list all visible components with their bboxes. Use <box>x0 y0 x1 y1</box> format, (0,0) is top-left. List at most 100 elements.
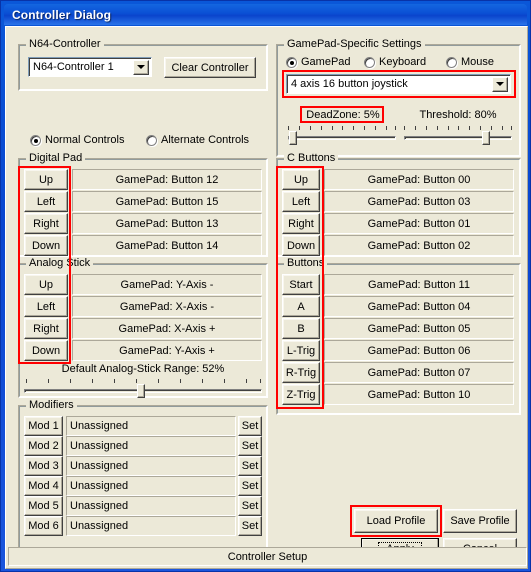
mod-4-set-label: Set <box>241 480 259 492</box>
clear-controller-button[interactable]: Clear Controller <box>164 57 256 78</box>
mod-2-value[interactable]: Unassigned <box>66 436 236 456</box>
button-start[interactable]: Start <box>282 274 320 295</box>
mod-6-button[interactable]: Mod 6 <box>24 516 63 536</box>
digital-pad-down-label: Down <box>31 239 61 252</box>
button-r-trig-binding[interactable]: GamePad: Button 07 <box>324 362 514 383</box>
analog-stick-left-button[interactable]: Left <box>24 296 68 317</box>
analog-stick-left-label: Left <box>36 300 56 313</box>
mod-4-button[interactable]: Mod 4 <box>24 476 63 496</box>
button-start-binding[interactable]: GamePad: Button 11 <box>324 274 514 295</box>
mod-5-set-button[interactable]: Set <box>238 496 262 516</box>
deadzone-slider-thumb[interactable] <box>289 131 297 145</box>
mod-2-button[interactable]: Mod 2 <box>24 436 63 456</box>
mod-3-value[interactable]: Unassigned <box>66 456 236 476</box>
alternate-controls-radio[interactable]: Alternate Controls <box>146 134 249 146</box>
load-profile-label: Load Profile <box>366 515 426 527</box>
analog-range-slider-thumb[interactable] <box>137 384 145 398</box>
analog-stick-up-binding[interactable]: GamePad: Y-Axis - <box>72 274 262 295</box>
analog-stick-down-binding[interactable]: GamePad: Y-Axis + <box>72 340 262 361</box>
mod-1-set-button[interactable]: Set <box>238 416 262 436</box>
digital-pad-right-binding[interactable]: GamePad: Button 13 <box>72 213 262 234</box>
c-buttons-left-binding[interactable]: GamePad: Button 03 <box>324 191 514 212</box>
chevron-down-icon[interactable] <box>492 76 508 92</box>
device-select[interactable]: 4 axis 16 button joystick <box>286 74 511 94</box>
digital-pad-up-binding[interactable]: GamePad: Button 12 <box>72 169 262 190</box>
button-a[interactable]: A <box>282 296 320 317</box>
button-l-trig-label: L-Trig <box>286 344 316 357</box>
mod-4-set-button[interactable]: Set <box>238 476 262 496</box>
button-l-trig-binding[interactable]: GamePad: Button 06 <box>324 340 514 361</box>
c-buttons-right-binding[interactable]: GamePad: Button 01 <box>324 213 514 234</box>
mod-6-set-button[interactable]: Set <box>238 516 262 536</box>
analog-stick-right-binding[interactable]: GamePad: X-Axis + <box>72 318 262 339</box>
digital-pad-left-button[interactable]: Left <box>24 191 68 212</box>
button-r-trig[interactable]: R-Trig <box>282 362 320 383</box>
button-l-trig[interactable]: L-Trig <box>282 340 320 361</box>
mod-5-value[interactable]: Unassigned <box>66 496 236 516</box>
mod-3-set-button[interactable]: Set <box>238 456 262 476</box>
button-b-binding[interactable]: GamePad: Button 05 <box>324 318 514 339</box>
modifiers-group-label: Modifiers <box>26 399 77 411</box>
c-buttons-right-button[interactable]: Right <box>282 213 320 234</box>
digital-pad-up-label: Up <box>38 173 54 186</box>
analog-stick-up-label: Up <box>38 278 54 291</box>
mod-6-label: Mod 6 <box>28 520 59 532</box>
n64-controller-select-value: N64-Controller 1 <box>33 61 114 73</box>
radio-dot-icon <box>446 56 457 68</box>
mod-1-button[interactable]: Mod 1 <box>24 416 63 436</box>
buttons-group-label: Buttons <box>284 257 328 269</box>
device-keyboard-label: Keyboard <box>379 56 427 68</box>
threshold-slider[interactable] <box>404 126 512 146</box>
digital-pad-down-binding[interactable]: GamePad: Button 14 <box>72 235 262 256</box>
n64-controller-select[interactable]: N64-Controller 1 <box>28 57 152 77</box>
deadzone-slider-track[interactable] <box>288 136 396 140</box>
analog-range-slider[interactable] <box>24 379 262 399</box>
c-buttons-up-binding[interactable]: GamePad: Button 00 <box>324 169 514 190</box>
c-buttons-down-binding[interactable]: GamePad: Button 02 <box>324 235 514 256</box>
digital-pad-up-button[interactable]: Up <box>24 169 68 190</box>
button-a-binding[interactable]: GamePad: Button 04 <box>324 296 514 317</box>
analog-stick-right-button[interactable]: Right <box>24 318 68 339</box>
button-b[interactable]: B <box>282 318 320 339</box>
device-mouse-label: Mouse <box>461 56 495 68</box>
analog-stick-down-button[interactable]: Down <box>24 340 68 361</box>
mod-5-set-label: Set <box>241 500 259 512</box>
save-profile-button[interactable]: Save Profile <box>443 509 517 533</box>
digital-pad-left-binding[interactable]: GamePad: Button 15 <box>72 191 262 212</box>
mod-1-value[interactable]: Unassigned <box>66 416 236 436</box>
button-z-trig-label: Z-Trig <box>286 388 316 401</box>
device-keyboard-radio[interactable]: Keyboard <box>364 56 426 68</box>
mod-4-value[interactable]: Unassigned <box>66 476 236 496</box>
gamepad-settings-group-label: GamePad-Specific Settings <box>284 38 425 50</box>
device-gamepad-radio[interactable]: GamePad <box>286 56 351 68</box>
normal-controls-radio[interactable]: Normal Controls <box>30 134 124 146</box>
load-profile-button[interactable]: Load Profile <box>354 509 438 533</box>
c-buttons-left-button[interactable]: Left <box>282 191 320 212</box>
analog-stick-up-button[interactable]: Up <box>24 274 68 295</box>
digital-pad-down-button[interactable]: Down <box>24 235 68 256</box>
title-bar[interactable]: Controller Dialog <box>4 4 527 25</box>
analog-stick-left-binding[interactable]: GamePad: X-Axis - <box>72 296 262 317</box>
button-z-trig-binding[interactable]: GamePad: Button 10 <box>324 384 514 405</box>
save-profile-label: Save Profile <box>450 515 510 527</box>
mod-6-value[interactable]: Unassigned <box>66 516 236 536</box>
deadzone-slider[interactable] <box>288 126 396 146</box>
mod-4-label: Mod 4 <box>28 480 59 492</box>
c-buttons-up-button[interactable]: Up <box>282 169 320 190</box>
mod-3-button[interactable]: Mod 3 <box>24 456 63 476</box>
mod-2-set-button[interactable]: Set <box>238 436 262 456</box>
digital-pad-right-label: Right <box>33 217 59 230</box>
threshold-slider-track[interactable] <box>404 136 512 140</box>
threshold-label: Threshold: 80% <box>419 109 497 121</box>
radio-dot-icon <box>364 56 375 68</box>
c-buttons-up-label: Up <box>293 173 309 186</box>
threshold-slider-thumb[interactable] <box>482 131 490 145</box>
digital-pad-right-button[interactable]: Right <box>24 213 68 234</box>
button-r-trig-label: R-Trig <box>285 366 317 379</box>
c-buttons-down-button[interactable]: Down <box>282 235 320 256</box>
deadzone-slider-ticks <box>288 126 396 131</box>
mod-5-button[interactable]: Mod 5 <box>24 496 63 516</box>
chevron-down-icon[interactable] <box>133 59 149 75</box>
button-z-trig[interactable]: Z-Trig <box>282 384 320 405</box>
device-mouse-radio[interactable]: Mouse <box>446 56 494 68</box>
